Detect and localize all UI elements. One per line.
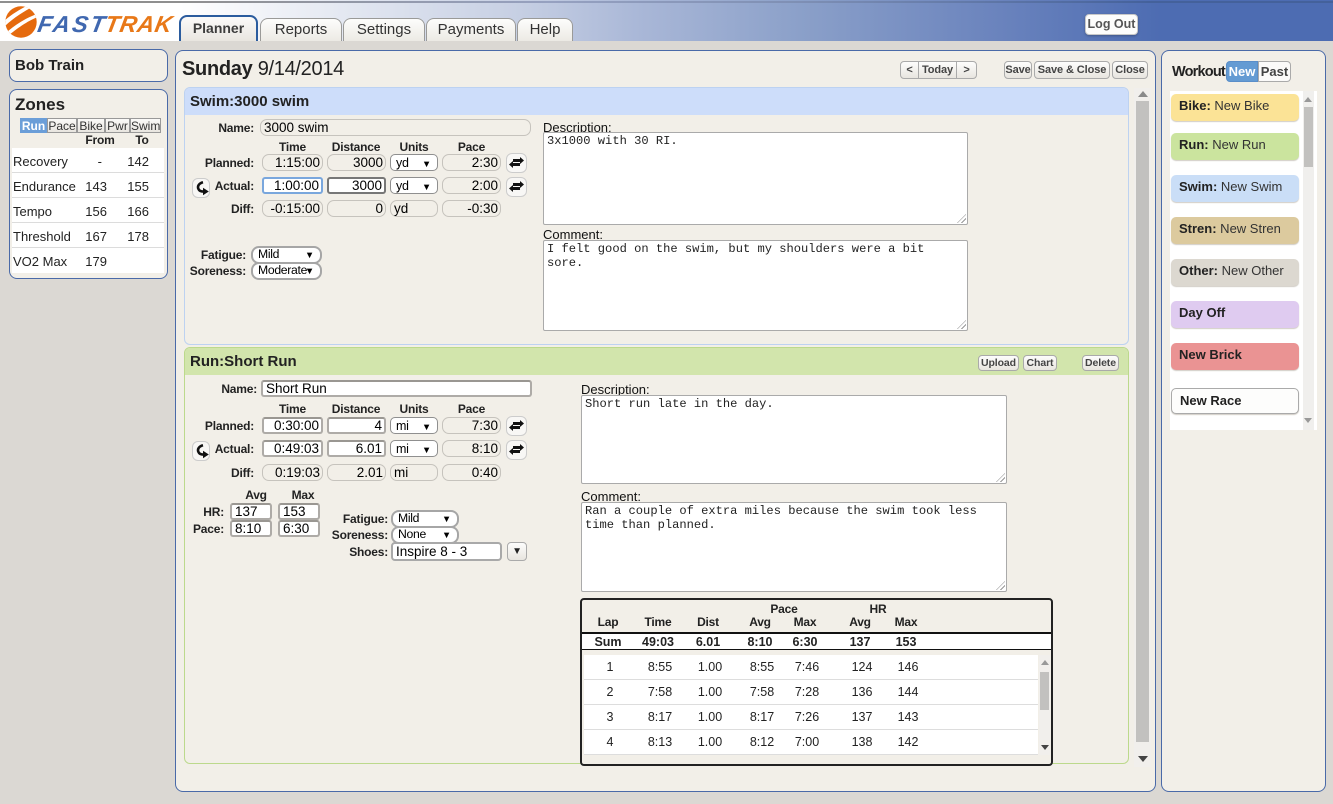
svg-text:TRAK: TRAK [103,11,176,37]
svg-text:FAST: FAST [36,11,109,37]
